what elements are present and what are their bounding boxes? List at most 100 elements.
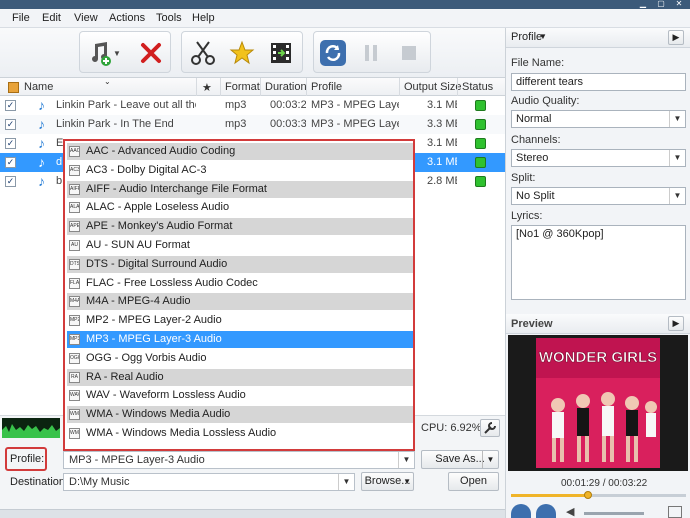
format-option[interactable]: FLAC FLAC - Free Lossless Audio Codec xyxy=(67,275,413,292)
row-format: mp3 xyxy=(225,99,247,111)
channels-label: Channels: xyxy=(511,134,561,146)
column-format[interactable]: Format xyxy=(225,81,260,93)
format-option[interactable]: WAV WAV - Waveform Lossless Audio xyxy=(67,387,413,404)
stop-preview-button[interactable] xyxy=(536,504,556,518)
format-option[interactable]: AC3 AC3 - Dolby Digital AC-3 xyxy=(67,162,413,179)
format-option[interactable]: WMA WMA - Windows Media Lossless Audio xyxy=(67,425,413,442)
close-window-icon[interactable]: ✕ xyxy=(672,0,686,8)
format-option[interactable]: RA RA - Real Audio xyxy=(67,368,413,386)
add-dropdown-button[interactable]: ▼ xyxy=(110,38,124,68)
music-note-icon: ♪ xyxy=(38,154,45,170)
album-art-image: WONDER GIRLS xyxy=(536,338,660,468)
column-output-size[interactable]: Output Size xyxy=(404,81,461,93)
format-option[interactable]: AIFF AIFF - Audio Interchange File Format xyxy=(67,180,413,198)
split-select[interactable]: No Split ▼ xyxy=(511,187,686,205)
format-option-label: AU - SUN AU Format xyxy=(86,239,190,251)
stop-button[interactable] xyxy=(394,38,424,68)
minimize-icon[interactable]: ▁ xyxy=(636,0,650,8)
volume-slider[interactable] xyxy=(584,512,644,515)
fullscreen-icon[interactable] xyxy=(668,506,682,518)
play-button[interactable] xyxy=(511,504,531,518)
format-option-label: AC3 - Dolby Digital AC-3 xyxy=(86,163,207,176)
music-note-icon: ♪ xyxy=(38,173,45,189)
chevron-down-icon[interactable]: ▼ xyxy=(539,32,547,41)
table-row[interactable]: ✓ ♪ Linkin Park - Leave out all the rest mp… xyxy=(0,96,505,115)
add-to-video-button[interactable] xyxy=(266,38,296,68)
column-star[interactable]: ★ xyxy=(202,81,212,94)
row-profile: MP3 - MPEG Layer-... xyxy=(311,118,399,130)
menu-tools[interactable]: Tools xyxy=(156,12,182,24)
seek-handle[interactable] xyxy=(584,491,592,499)
audio-quality-select[interactable]: Normal ▼ xyxy=(511,110,686,128)
format-option[interactable]: DTS DTS - Digital Surround Audio xyxy=(67,255,413,273)
file-name-input[interactable]: different tears xyxy=(511,73,686,91)
effect-button[interactable] xyxy=(227,38,257,68)
settings-button[interactable] xyxy=(480,419,500,437)
format-option[interactable]: WMA WMA - Windows Media Audio xyxy=(67,406,413,424)
table-row[interactable]: ✓ ♪ Linkin Park - In The End mp3 00:03:39 MP3… xyxy=(0,115,505,134)
open-button[interactable]: Open xyxy=(448,472,499,491)
format-option-label: APE - Monkey's Audio Format xyxy=(86,220,233,233)
volume-icon[interactable]: ◀ xyxy=(566,505,574,518)
chevron-down-icon: ▼ xyxy=(669,111,685,127)
seek-progress xyxy=(511,494,588,497)
convert-button[interactable] xyxy=(318,38,348,68)
menu-view[interactable]: View xyxy=(74,12,98,24)
column-status[interactable]: Status xyxy=(462,81,493,93)
channels-value: Stereo xyxy=(516,152,549,164)
format-option[interactable]: OGG OGG - Ogg Vorbis Audio xyxy=(67,350,413,367)
star-icon xyxy=(229,40,255,65)
column-duration[interactable]: Duration xyxy=(265,81,307,93)
wrench-icon xyxy=(484,422,496,434)
chevron-down-icon: ▼ xyxy=(113,48,121,58)
column-name[interactable]: Name xyxy=(24,81,53,93)
toolbar: ▼ xyxy=(0,28,505,78)
audio-format-icon: WMA xyxy=(69,428,80,439)
title-bar: ▁ ▢ ✕ xyxy=(0,0,690,9)
row-checkbox[interactable]: ✓ xyxy=(5,176,16,187)
expand-preview-button[interactable]: ▶ xyxy=(668,316,684,331)
lyrics-textarea[interactable]: [No1 @ 360Kpop] xyxy=(511,225,686,300)
channels-select[interactable]: Stereo ▼ xyxy=(511,149,686,167)
expand-panel-button[interactable]: ▶ xyxy=(668,30,684,45)
save-as-button[interactable]: Save As... ▼ xyxy=(421,450,499,469)
maximize-icon[interactable]: ▢ xyxy=(654,0,668,8)
row-checkbox[interactable]: ✓ xyxy=(5,119,16,130)
row-name: Linkin Park - Leave out all the rest xyxy=(56,99,196,111)
row-checkbox[interactable]: ✓ xyxy=(5,100,16,111)
seek-bar[interactable] xyxy=(511,491,686,499)
audio-format-icon: MP2 xyxy=(69,315,80,327)
row-checkbox[interactable]: ✓ xyxy=(5,138,16,149)
menu-edit[interactable]: Edit xyxy=(42,12,61,24)
music-note-icon: ♪ xyxy=(38,97,45,113)
chevron-down-icon: ▼ xyxy=(398,452,414,468)
row-name: Linkin Park - In The End xyxy=(56,118,174,130)
menu-file[interactable]: File xyxy=(12,12,30,24)
remove-button[interactable] xyxy=(136,38,166,68)
audio-format-icon: AC3 xyxy=(69,164,80,176)
audio-format-icon: AAC xyxy=(69,146,80,157)
row-checkbox[interactable]: ✓ xyxy=(5,157,16,168)
column-profile[interactable]: Profile xyxy=(311,81,342,93)
format-option[interactable]: ALAC ALAC - Apple Loseless Audio xyxy=(67,199,413,216)
pause-button[interactable] xyxy=(356,38,386,68)
profile-panel-title[interactable]: Profile xyxy=(511,31,542,43)
menu-help[interactable]: Help xyxy=(192,12,215,24)
select-all-checkbox[interactable] xyxy=(8,82,19,93)
format-option[interactable]: AAC AAC - Advanced Audio Coding xyxy=(67,143,413,160)
profile-select[interactable]: MP3 - MPEG Layer-3 Audio ▼ xyxy=(63,451,415,469)
format-option[interactable]: MP2 MP2 - MPEG Layer-2 Audio xyxy=(67,312,413,329)
file-name-label: File Name: xyxy=(511,57,565,69)
format-option[interactable]: APE APE - Monkey's Audio Format xyxy=(67,218,413,236)
menu-actions[interactable]: Actions xyxy=(109,12,145,24)
browse-button[interactable]: Browse... ▼ xyxy=(361,472,414,491)
format-option[interactable]: AU AU - SUN AU Format xyxy=(67,237,413,254)
status-ok-icon xyxy=(475,100,486,111)
preview-screen: WONDER GIRLS xyxy=(508,335,688,471)
format-option[interactable]: MP3 MP3 - MPEG Layer-3 Audio xyxy=(67,331,413,348)
format-option-label: MP3 - MPEG Layer-3 Audio xyxy=(86,333,222,345)
format-option[interactable]: M4A M4A - MPEG-4 Audio xyxy=(67,293,413,311)
destination-input[interactable]: D:\My Music ▼ xyxy=(63,473,355,491)
cut-button[interactable] xyxy=(188,38,218,68)
add-music-icon xyxy=(92,42,111,66)
